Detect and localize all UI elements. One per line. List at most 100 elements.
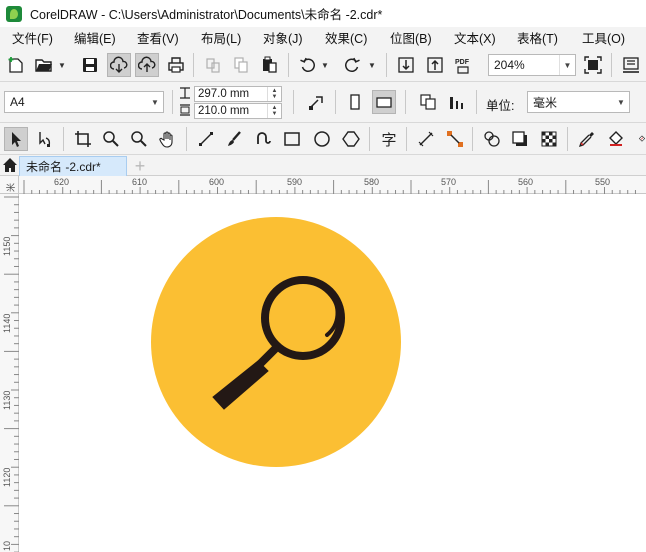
menu-bar: 文件(F) 编辑(E) 查看(V) 布局(L) 对象(J) 效果(C) 位图(B… — [0, 27, 646, 48]
transparency-icon[interactable] — [537, 127, 561, 151]
blend-tool-icon[interactable] — [480, 127, 504, 151]
menu-text[interactable]: 文本(X) — [450, 28, 500, 47]
hruler-label-590: 590 — [287, 177, 303, 187]
horizontal-ruler[interactable]: 620 610 600 590 580 570 560 550 — [19, 176, 646, 194]
pan-tool-icon[interactable] — [156, 127, 180, 151]
tab-document-label: 未命名 -2.cdr* — [26, 160, 101, 174]
vruler-label-10: 10 — [2, 540, 12, 551]
unit-combo[interactable]: 毫米 ▼ — [527, 91, 630, 113]
menu-bitmaps[interactable]: 位图(B) — [386, 28, 436, 47]
page-size-value: A4 — [10, 95, 25, 109]
ruler-corner[interactable]: 米 — [0, 176, 19, 194]
page-width-value: 297.0 mm — [198, 88, 250, 100]
full-screen-icon[interactable] — [581, 53, 605, 77]
unit-label: 单位: — [486, 99, 515, 113]
toolbar-separator — [288, 53, 289, 77]
polygon-tool-icon[interactable] — [339, 127, 363, 151]
import-icon[interactable] — [394, 53, 418, 77]
artwork[interactable] — [20, 195, 646, 552]
copy-icon[interactable] — [229, 53, 253, 77]
page-size-combo[interactable]: A4 ▼ — [4, 91, 164, 113]
page-width-icon — [180, 87, 190, 99]
options-icon[interactable] — [619, 53, 643, 77]
cloud-download-icon[interactable] — [107, 53, 131, 77]
paste-icon[interactable] — [257, 53, 281, 77]
hruler-label-580: 580 — [364, 177, 380, 187]
page-size-dropdown-icon[interactable]: ▼ — [147, 92, 163, 112]
rectangle-tool-icon[interactable] — [280, 127, 304, 151]
new-document-icon[interactable] — [4, 53, 28, 77]
current-page-icon[interactable] — [445, 90, 469, 114]
all-pages-icon[interactable] — [416, 90, 440, 114]
cloud-upload-icon[interactable] — [135, 53, 159, 77]
undo-icon[interactable] — [296, 53, 320, 77]
page-orientation-tool-icon[interactable] — [305, 90, 329, 114]
toolbar-separator — [63, 127, 64, 151]
menu-tools[interactable]: 工具(O) — [578, 28, 629, 47]
toolbar-separator — [472, 127, 473, 151]
shape-tool-icon[interactable] — [33, 127, 57, 151]
menu-object[interactable]: 对象(J) — [259, 28, 307, 47]
page-height-value: 210.0 mm — [198, 105, 250, 117]
page-width-spinner-icon[interactable]: ▲ ▼ — [267, 87, 281, 101]
toolbar-separator — [476, 90, 477, 114]
vruler-label-1150: 1150 — [2, 236, 12, 256]
drawing-canvas[interactable] — [20, 195, 646, 552]
menu-edit[interactable]: 编辑(E) — [70, 28, 120, 47]
page-height-input[interactable]: 210.0 mm ▲ ▼ — [194, 103, 282, 119]
tab-document[interactable]: 未命名 -2.cdr* — [19, 156, 127, 176]
parallel-dimension-icon[interactable] — [414, 127, 438, 151]
unit-dropdown-icon[interactable]: ▼ — [613, 92, 629, 112]
zoom-dropdown-icon[interactable]: ▼ — [559, 55, 575, 75]
vertical-ruler[interactable]: 1150 1140 1130 1120 10 — [0, 194, 19, 552]
text-tool-icon[interactable]: 字 — [377, 127, 401, 151]
page-height-icon — [180, 104, 190, 116]
zoom-tool-icon[interactable] — [99, 127, 123, 151]
eyedropper-icon[interactable] — [575, 127, 599, 151]
portrait-icon[interactable] — [343, 90, 367, 114]
freehand-tool-icon[interactable] — [194, 127, 218, 151]
smart-fill-icon[interactable] — [630, 127, 646, 151]
menu-layout[interactable]: 布局(L) — [197, 28, 245, 47]
save-icon[interactable] — [78, 53, 102, 77]
menu-effects[interactable]: 效果(C) — [321, 28, 371, 47]
open-folder-icon[interactable] — [32, 53, 56, 77]
undo-dropdown-icon[interactable]: ▼ — [321, 53, 329, 77]
menu-view[interactable]: 查看(V) — [133, 28, 183, 47]
title-bar: CorelDRAW - C:\Users\Administrator\Docum… — [0, 0, 646, 27]
crop-tool-icon[interactable] — [71, 127, 95, 151]
redo-dropdown-icon[interactable]: ▼ — [368, 53, 376, 77]
menu-table[interactable]: 表格(T) — [513, 28, 562, 47]
print-icon[interactable] — [164, 53, 188, 77]
cut-icon[interactable] — [201, 53, 225, 77]
pdf-icon[interactable]: PDF — [451, 53, 475, 77]
home-icon[interactable] — [2, 157, 18, 173]
zoom-level-combo[interactable]: 204% ▼ — [488, 54, 576, 76]
landscape-icon[interactable] — [372, 90, 396, 114]
artistic-media-icon[interactable] — [222, 127, 246, 151]
drop-shadow-icon[interactable] — [508, 127, 532, 151]
redo-icon[interactable] — [340, 53, 364, 77]
window-title: CorelDRAW - C:\Users\Administrator\Docum… — [30, 8, 383, 22]
toolbar-separator — [172, 90, 173, 114]
spiral-icon[interactable] — [251, 127, 275, 151]
toolbar-separator — [335, 90, 336, 114]
property-bar: A4 ▼ 297.0 mm ▲ ▼ 210.0 mm ▲ ▼ 单位: 毫米 ▼ — [0, 82, 646, 123]
page-width-input[interactable]: 297.0 mm ▲ ▼ — [194, 86, 282, 102]
page-height-spinner-icon[interactable]: ▲ ▼ — [267, 104, 281, 118]
connector-tool-icon[interactable] — [443, 127, 467, 151]
add-tab-button[interactable]: + — [129, 156, 151, 176]
vruler-label-1130: 1130 — [2, 390, 12, 410]
unit-value: 毫米 — [533, 95, 558, 110]
open-dropdown-icon[interactable]: ▼ — [58, 53, 66, 77]
ellipse-tool-icon[interactable] — [310, 127, 334, 151]
zoom-level-value: 204% — [494, 58, 525, 72]
fill-tool-icon[interactable] — [604, 127, 628, 151]
toolbar-separator — [611, 53, 612, 77]
svg-text:PDF: PDF — [455, 59, 470, 66]
zoom-out-icon[interactable] — [127, 127, 151, 151]
menu-file[interactable]: 文件(F) — [8, 28, 57, 47]
toolbar-separator — [186, 127, 187, 151]
export-icon[interactable] — [423, 53, 447, 77]
pick-tool-icon[interactable] — [4, 127, 28, 151]
